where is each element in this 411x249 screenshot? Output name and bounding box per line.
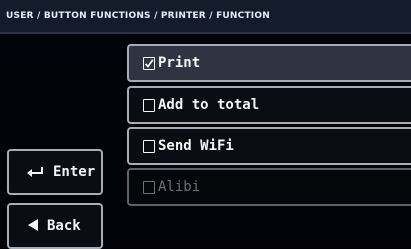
- option-label: Print: [158, 55, 201, 71]
- back-button[interactable]: Back: [7, 203, 103, 249]
- option-label: Add to total: [158, 97, 260, 113]
- enter-button[interactable]: Enter: [7, 149, 103, 195]
- screen: USER / BUTTON FUNCTIONS / PRINTER / FUNC…: [0, 0, 411, 249]
- back-label: Back: [47, 218, 81, 234]
- header-bar: USER / BUTTON FUNCTIONS / PRINTER / FUNC…: [0, 0, 411, 34]
- option-alibi: Alibi: [127, 168, 411, 206]
- enter-return-arrow-icon: [27, 163, 45, 182]
- checkbox-disabled-icon: [143, 180, 155, 194]
- back-triangle-icon: [27, 217, 39, 236]
- option-label: Alibi: [158, 179, 201, 195]
- breadcrumb: USER / BUTTON FUNCTIONS / PRINTER / FUNC…: [6, 11, 270, 21]
- option-print[interactable]: Print: [127, 44, 411, 82]
- enter-label: Enter: [53, 164, 96, 180]
- checkbox-checked-icon[interactable]: [143, 56, 155, 70]
- checkbox-icon[interactable]: [143, 98, 155, 112]
- option-send-wifi[interactable]: Send WiFi: [127, 127, 411, 165]
- checkbox-icon[interactable]: [143, 139, 155, 153]
- option-add-to-total[interactable]: Add to total: [127, 86, 411, 124]
- option-label: Send WiFi: [158, 138, 234, 154]
